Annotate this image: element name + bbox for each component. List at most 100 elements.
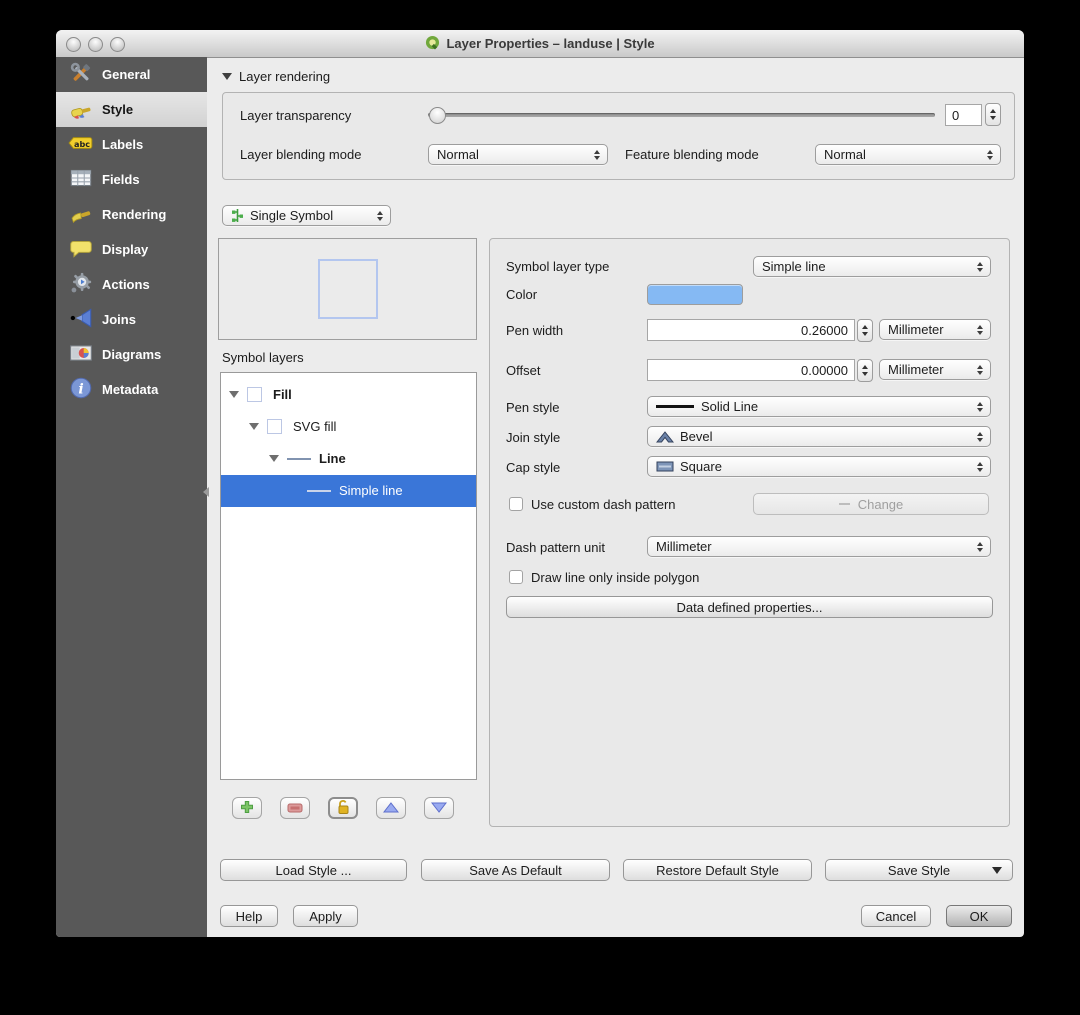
save-as-default-label: Save As Default [469,862,562,878]
symbol-layer-type-select[interactable]: Simple line [753,256,991,277]
properties-sidebar: General Style abc Labels Fields Renderin… [56,57,207,937]
layer-rendering-groupbox [222,92,1015,180]
tree-row-svg-fill[interactable]: SVG fill [221,411,476,443]
cap-style-select[interactable]: Square [647,456,991,477]
screenshot-stage: Layer Properties – landuse | Style Gener… [0,0,1080,1015]
offset-unit-select[interactable]: Millimeter [879,359,991,380]
load-style-label: Load Style ... [275,862,352,878]
svg-text:abc: abc [74,139,90,149]
step-down-icon [862,332,868,336]
table-icon [68,165,94,194]
layer-rendering-section-header[interactable]: Layer rendering [222,69,330,84]
lock-color-button[interactable] [328,797,358,819]
popup-arrows-icon [974,461,986,472]
pen-width-label: Pen width [506,323,564,338]
pen-width-value: 0.26000 [801,322,848,338]
step-up-icon [862,365,868,369]
join-arrow-icon [68,305,94,334]
offset-stepper[interactable] [857,359,873,382]
symbol-layer-type-label: Symbol layer type [506,259,610,274]
transparency-stepper[interactable] [985,103,1001,126]
cancel-label: Cancel [875,908,917,924]
pen-width-unit-select[interactable]: Millimeter [879,319,991,340]
tree-row-line[interactable]: Line [221,443,476,475]
data-defined-properties-button[interactable]: Data defined properties... [506,596,993,618]
layer-transparency-label: Layer transparency [240,108,352,123]
line-preview-icon [287,458,311,460]
expander-icon[interactable] [249,423,259,430]
move-layer-up-button[interactable] [376,797,406,819]
tree-row-simple-line[interactable]: Simple line [221,475,476,507]
use-custom-dash-label: Use custom dash pattern [531,497,676,512]
renderer-type-value: Single Symbol [250,208,334,223]
sidebar-item-labels[interactable]: abc Labels [56,127,207,162]
step-up-icon [990,109,996,113]
sidebar-item-display[interactable]: Display [56,232,207,267]
sidebar-item-joins[interactable]: Joins [56,302,207,337]
pen-width-stepper[interactable] [857,319,873,342]
tree-row-fill[interactable]: Fill [221,379,476,411]
help-button[interactable]: Help [220,905,278,927]
move-layer-down-button[interactable] [424,797,454,819]
offset-unit-value: Millimeter [888,362,944,377]
layer-blending-mode-select[interactable]: Normal [428,144,608,165]
triangle-down-icon [430,801,448,816]
apply-button[interactable]: Apply [293,905,358,927]
restore-default-style-button[interactable]: Restore Default Style [623,859,812,881]
dash-pattern-unit-value: Millimeter [656,539,712,554]
tree-row-label: Line [319,451,346,466]
color-label: Color [506,287,538,302]
change-dash-button[interactable]: Change [753,493,989,515]
sidebar-item-style[interactable]: Style [56,92,207,127]
sidebar-item-actions[interactable]: Actions [56,267,207,302]
expander-icon[interactable] [229,391,239,398]
line-preview-icon [307,490,331,492]
pen-style-select[interactable]: Solid Line [647,396,991,417]
draw-inside-polygon-checkbox[interactable] [509,570,523,584]
symbol-layers-tree: Fill SVG fill Line Simple line [220,372,477,780]
color-swatch-button[interactable] [647,284,743,305]
pen-width-input[interactable]: 0.26000 [647,319,855,341]
sidebar-item-rendering[interactable]: Rendering [56,197,207,232]
expander-icon[interactable] [269,455,279,462]
transparency-slider-track[interactable] [428,113,935,117]
save-as-default-button[interactable]: Save As Default [421,859,610,881]
sidebar-item-metadata[interactable]: i Metadata [56,372,207,407]
tree-row-label: Fill [273,387,292,402]
step-down-icon [862,372,868,376]
join-style-select[interactable]: Bevel [647,426,991,447]
brush-icon [68,200,94,229]
popup-arrows-icon [974,261,986,272]
feature-blending-mode-select[interactable]: Normal [815,144,1001,165]
offset-input[interactable]: 0.00000 [647,359,855,381]
qgis-logo-icon [425,35,440,53]
cancel-button[interactable]: Cancel [861,905,931,927]
ok-button[interactable]: OK [946,905,1012,927]
sidebar-item-general[interactable]: General [56,57,207,92]
window-title: Layer Properties – landuse | Style [446,36,655,51]
cap-style-label: Cap style [506,460,561,475]
sidebar-item-label: Labels [102,137,144,152]
sidebar-item-label: Diagrams [102,347,162,362]
popup-arrows-icon [974,541,986,552]
use-custom-dash-checkbox[interactable] [509,497,523,511]
fill-preview-checkbox [247,387,262,402]
sidebar-item-diagrams[interactable]: Diagrams [56,337,207,372]
abc-tag-icon: abc [68,130,94,159]
menu-arrow-icon [992,866,1002,874]
add-symbol-layer-button[interactable] [232,797,262,819]
dash-pattern-unit-select[interactable]: Millimeter [647,536,991,557]
help-label: Help [235,908,263,924]
load-style-button[interactable]: Load Style ... [220,859,407,881]
renderer-type-select[interactable]: Single Symbol [222,205,391,226]
transparency-slider-knob[interactable] [429,107,446,124]
remove-symbol-layer-button[interactable] [280,797,310,819]
solid-line-icon [656,405,694,408]
symbol-preview-square [318,259,378,319]
sidebar-splitter-handle[interactable] [203,487,209,497]
feature-blending-mode-value: Normal [824,147,866,162]
save-style-menu-button[interactable]: Save Style [825,859,1013,881]
sidebar-item-fields[interactable]: Fields [56,162,207,197]
transparency-value-field[interactable]: 0 [945,104,982,126]
sidebar-item-label: Actions [102,277,150,292]
